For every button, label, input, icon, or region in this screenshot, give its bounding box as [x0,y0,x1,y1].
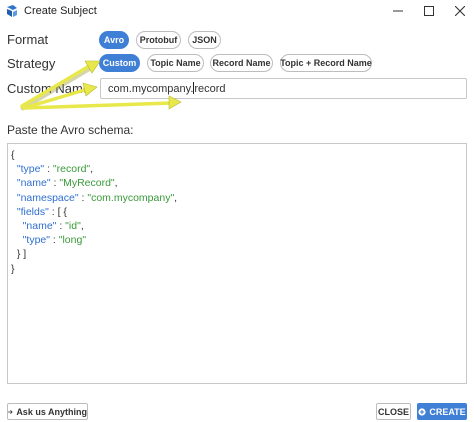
schema-key: "type" [16,163,45,176]
schema-punctuation: , [90,163,94,176]
schema-label: Paste the Avro schema: [7,123,134,137]
schema-editor[interactable]: { "type" : "record", "name" : "MyRecord"… [7,143,467,384]
schema-line: { [11,148,466,162]
custom-name-value-suffix: record [194,83,226,95]
maximize-button[interactable] [415,0,443,22]
title-bar: Create Subject [0,0,474,22]
minimize-button[interactable] [384,0,412,22]
schema-string: "record" [52,163,91,176]
schema-line: "fields" : [ { [11,205,466,219]
schema-line: } ] [11,247,466,261]
format-option-json[interactable]: JSON [188,31,221,49]
app-logo-icon [7,5,17,17]
schema-line: "type" : "record", [11,162,466,176]
schema-line: "name" : "MyRecord", [11,176,466,190]
schema-line: "type" : "long" [11,233,466,247]
create-button[interactable]: CREATE [417,403,467,420]
strategy-option-custom[interactable]: Custom [99,54,140,72]
close-window-button[interactable] [446,0,474,22]
schema-punctuation: , [174,191,178,204]
strategy-label: Strategy [7,56,56,71]
schema-line: "namespace" : "com.mycompany", [11,191,466,205]
schema-key: "name" [16,177,51,190]
window-title: Create Subject [24,5,97,17]
custom-name-label: Custom Name [7,81,91,96]
schema-line: "name" : "id", [11,219,466,233]
strategy-option-record-name[interactable]: Record Name [210,54,273,72]
format-option-avro[interactable]: Avro [99,31,129,49]
create-label: CREATE [429,406,466,417]
schema-string: "MyRecord" [59,177,115,190]
minimize-icon [393,10,403,12]
schema-key: "namespace" [16,191,79,204]
strategy-option-topic-record-name[interactable]: Topic + Record Name [280,54,372,72]
schema-punctuation: : [44,163,53,176]
schema-punctuation: { [11,149,15,161]
schema-string: "long" [58,234,87,247]
ask-us-anything-button[interactable]: Ask us Anything [7,403,88,420]
plus-circle-icon [418,407,426,416]
schema-string: "id" [65,220,81,233]
schema-line: } [11,262,466,276]
maximize-icon [424,6,434,16]
ask-us-anything-label: Ask us Anything [16,406,87,417]
schema-punctuation: , [114,177,118,190]
schema-punctuation: , [80,220,84,233]
schema-key: "fields" [16,205,49,218]
schema-punctuation: } ] [11,248,27,261]
schema-punctuation [11,220,23,232]
format-label: Format [7,32,49,47]
close-button[interactable]: CLOSE [376,403,411,420]
custom-name-input[interactable]: com.mycompany.record [100,78,467,99]
format-option-protobuf[interactable]: Protobuf [136,31,181,49]
arrow-right-icon [8,409,13,414]
schema-punctuation: : [49,234,59,247]
close-icon [455,6,465,16]
schema-key: "name" [22,220,57,233]
schema-string: "com.mycompany" [87,191,175,204]
custom-name-value-prefix: com.mycompany. [108,83,194,95]
strategy-option-topic-name[interactable]: Topic Name [147,54,204,72]
schema-punctuation: : [56,220,66,233]
schema-punctuation: : [ { [48,205,67,218]
schema-key: "type" [22,234,50,247]
schema-punctuation [11,234,23,246]
schema-punctuation: } [11,262,15,275]
create-subject-dialog: Create Subject Format Avro Protobuf JSON… [0,0,474,422]
